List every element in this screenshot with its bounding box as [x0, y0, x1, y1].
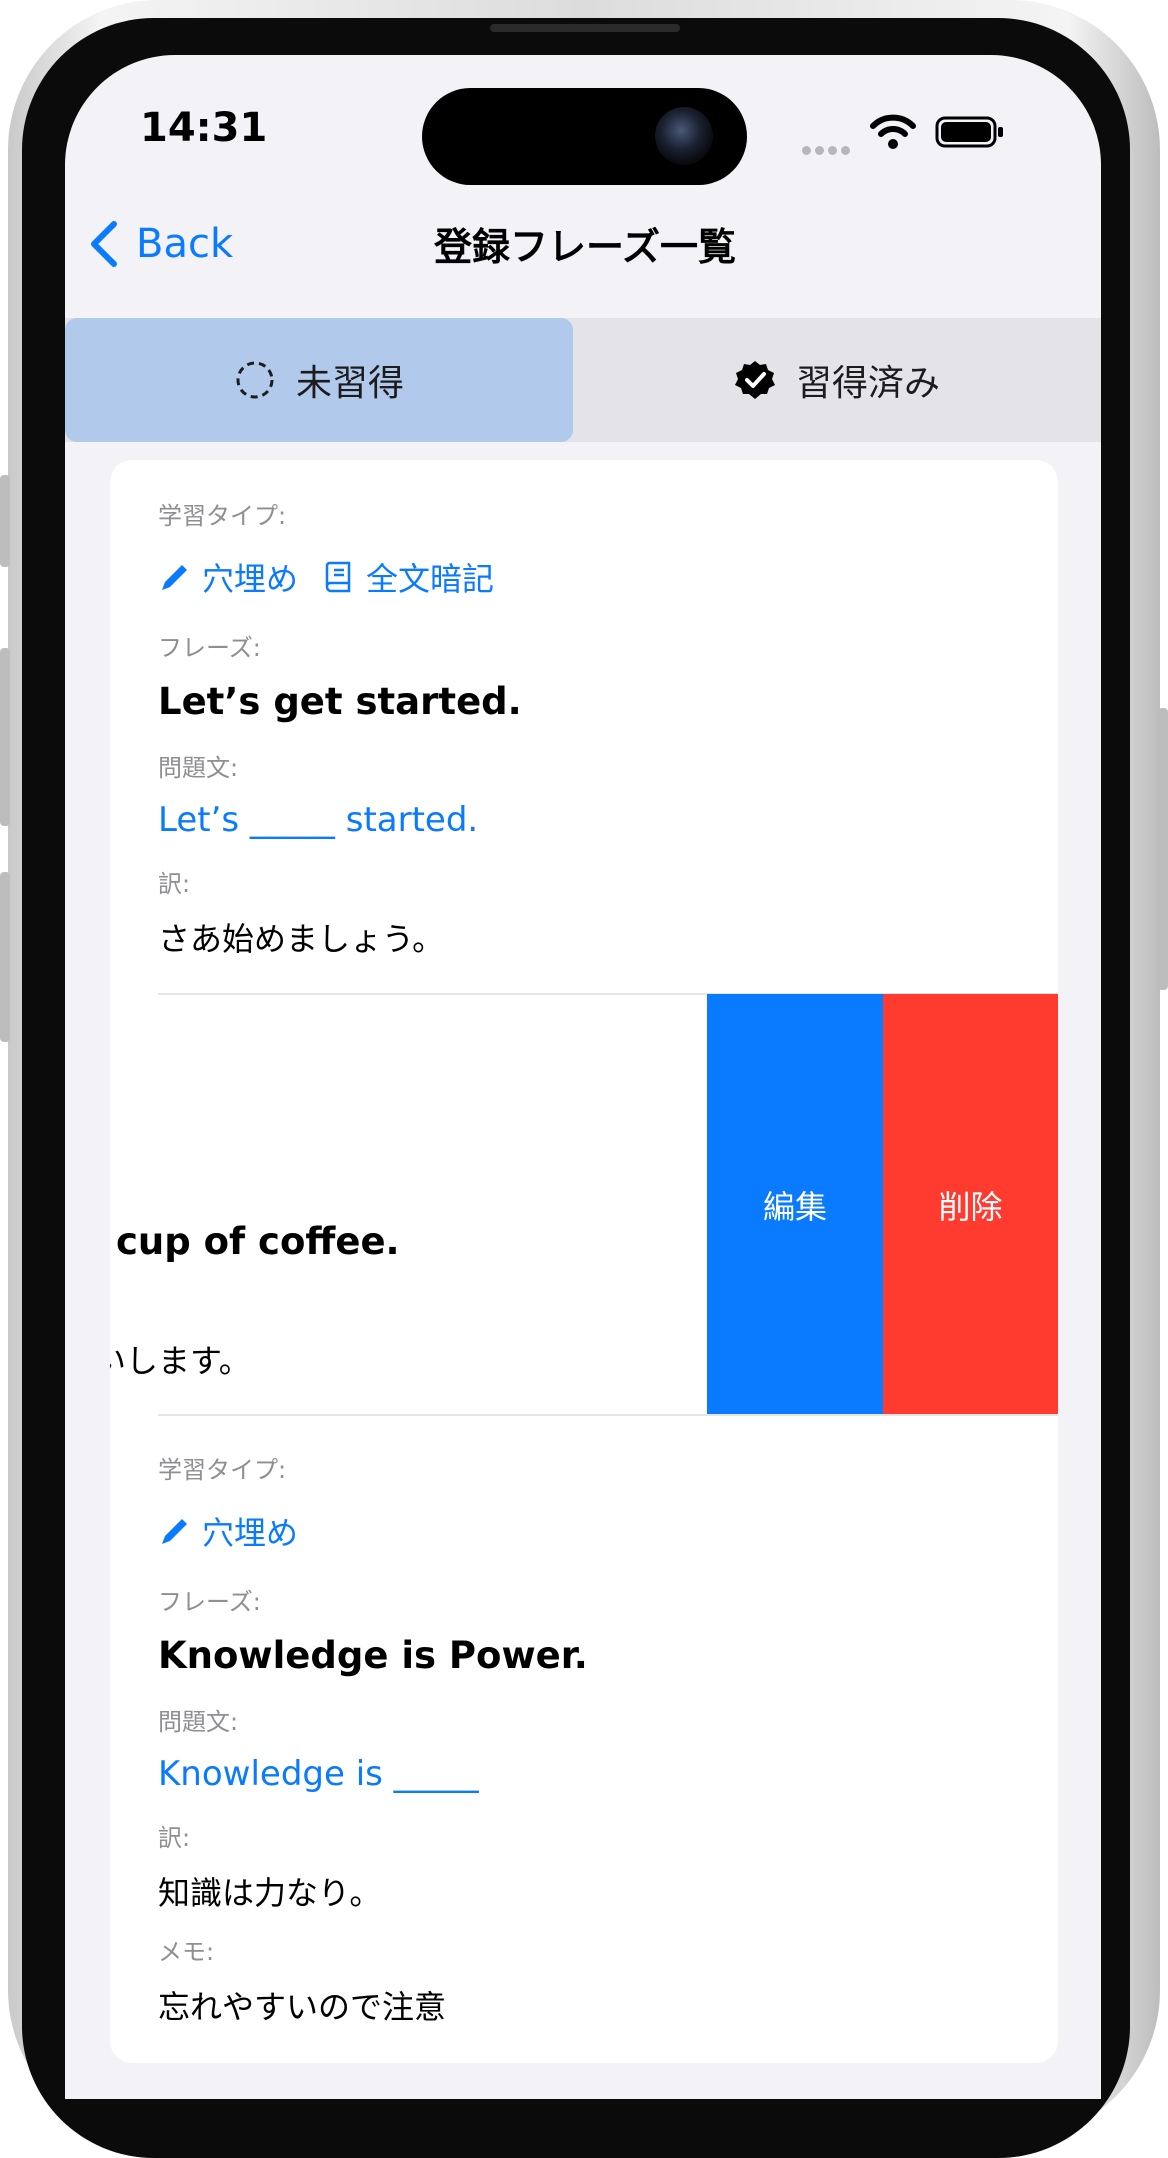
memo-label: メモ:: [158, 1938, 215, 1966]
phrase-list: 学習タイプ: 穴埋め 全文暗記 フレーズ: Let’s get started.…: [110, 460, 1058, 2063]
study-type-full-memorize: 全文暗記: [322, 554, 494, 600]
study-type-fill-blank: 穴埋め: [158, 1508, 298, 1554]
wifi-icon: [870, 114, 916, 149]
question-text: Let’s _____ started.: [158, 800, 479, 840]
battery-icon: [935, 116, 1003, 148]
phrase-text: Let’s get started.: [158, 680, 522, 723]
tab-learned-label: 習得済み: [795, 363, 940, 404]
earpiece-speaker: [490, 24, 680, 32]
dashed-circle-icon: [236, 361, 274, 399]
translation-text: さあ始めましょう。: [158, 920, 445, 958]
study-type-label: 学習タイプ:: [158, 502, 287, 530]
memo-text: 忘れやすいので注意: [158, 1988, 447, 2026]
front-camera: [655, 107, 713, 165]
delete-button[interactable]: 削除: [883, 994, 1058, 1415]
study-type-list: 穴埋め 全文暗記: [158, 554, 518, 600]
study-type-full-memorize-label: 全文暗記: [366, 560, 495, 598]
phrase-label: フレーズ:: [158, 634, 261, 662]
phrase-label: フレーズ:: [158, 1588, 261, 1616]
book-icon: [325, 561, 351, 593]
translation-text: 知識は力なり。: [158, 1874, 382, 1912]
back-button[interactable]: Back: [88, 214, 248, 274]
pencil-icon: [162, 1519, 187, 1544]
volume-down-button: [0, 872, 10, 1042]
pencil-icon: [162, 565, 187, 590]
translation-text: いします。: [110, 1342, 251, 1380]
question-text: Knowledge is _____: [158, 1754, 479, 1794]
study-type-fill-blank-label: 穴埋め: [202, 560, 299, 598]
study-type-fill-blank: 穴埋め: [158, 554, 298, 600]
checkmark-seal-icon: [734, 361, 775, 399]
question-label: 問題文:: [158, 1708, 239, 1736]
signal-icon: [802, 140, 858, 155]
question-label: 問題文:: [158, 754, 239, 782]
back-label: Back: [136, 221, 234, 267]
translation-label: 訳:: [158, 1824, 191, 1852]
study-type-label: 学習タイプ:: [158, 1456, 287, 1484]
study-type-list: 穴埋め: [158, 1508, 322, 1554]
tab-unlearned-label: 未習得: [295, 363, 404, 404]
translation-label: 訳:: [158, 870, 191, 898]
volume-up-button: [0, 648, 10, 826]
row-divider: [158, 1414, 1058, 1416]
study-type-fill-blank-label: 穴埋め: [202, 1514, 299, 1552]
tab-unlearned[interactable]: 未習得: [65, 318, 573, 442]
page-title: 登録フレーズ一覧: [433, 225, 737, 269]
action-button: [0, 475, 10, 567]
edit-button[interactable]: 編集: [707, 994, 883, 1415]
chevron-left-icon: [91, 221, 117, 267]
phrase-text: Knowledge is Power.: [158, 1634, 588, 1677]
status-tab-bar: 未習得 習得済み: [65, 318, 1101, 442]
status-time: 14:31: [140, 105, 268, 151]
tab-learned[interactable]: 習得済み: [573, 318, 1101, 442]
phrase-text: cup of coffee.: [116, 1220, 400, 1263]
power-button: [1158, 708, 1168, 990]
